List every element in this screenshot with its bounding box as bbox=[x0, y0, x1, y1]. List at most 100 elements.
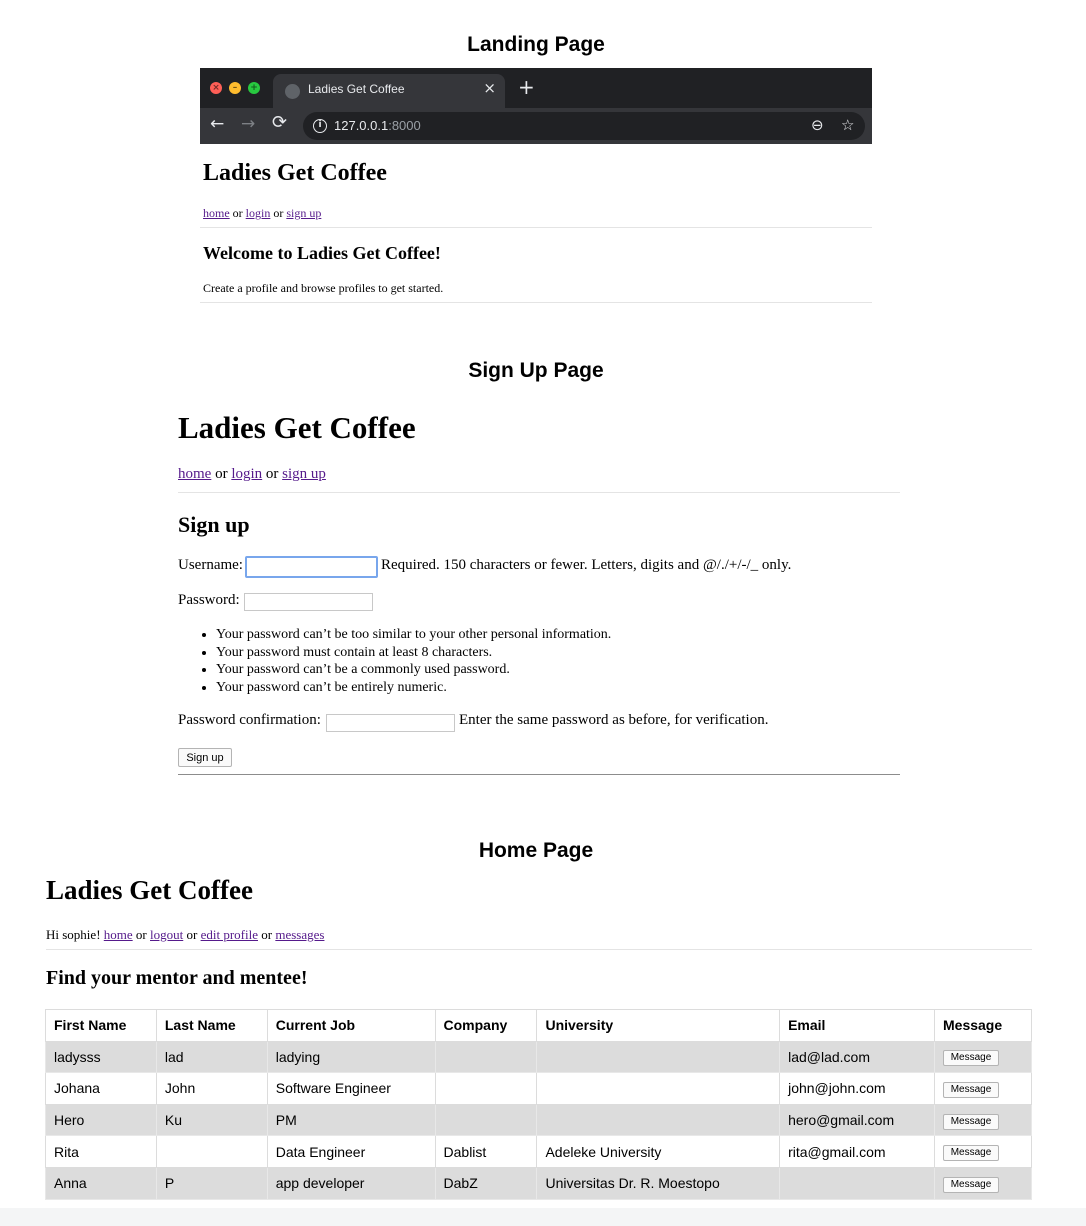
close-window-icon[interactable]: × bbox=[210, 82, 222, 94]
signup-heading: Sign up bbox=[178, 512, 250, 537]
message-button[interactable]: Message bbox=[943, 1145, 999, 1162]
messages-link[interactable]: messages bbox=[275, 927, 324, 942]
table-cell bbox=[536, 1040, 781, 1074]
password-confirmation-label: Password confirmation: bbox=[178, 712, 321, 728]
page-bottom-strip bbox=[0, 1208, 1086, 1226]
table-cell: app developer bbox=[266, 1166, 436, 1200]
minimize-window-icon[interactable]: – bbox=[229, 82, 241, 94]
table-cell: Anna bbox=[45, 1166, 157, 1200]
message-button[interactable]: Message bbox=[943, 1050, 999, 1067]
new-tab-icon[interactable]: + bbox=[518, 77, 535, 97]
welcome-text: Create a profile and browse profiles to … bbox=[203, 281, 444, 295]
signup-section-title: Sign Up Page bbox=[468, 359, 604, 382]
table-cell: ladysss bbox=[45, 1040, 157, 1074]
password-label: Password: bbox=[178, 592, 240, 608]
signup-nav: home or login or sign up bbox=[178, 466, 326, 483]
username-input[interactable] bbox=[245, 556, 378, 578]
bookmark-star-icon[interactable]: ☆ bbox=[841, 116, 854, 134]
home-link[interactable]: home bbox=[203, 206, 230, 220]
table-cell: Dablist bbox=[434, 1135, 538, 1168]
table-cell: hero@gmail.com bbox=[779, 1103, 935, 1137]
table-cell: Rita bbox=[45, 1135, 157, 1168]
table-row: Hero Ku PM hero@gmail.com Message bbox=[45, 1103, 1032, 1137]
login-link[interactable]: login bbox=[246, 206, 271, 220]
info-icon[interactable]: i bbox=[313, 119, 327, 133]
table-cell: lad bbox=[155, 1040, 268, 1074]
password-rules-list: Your password can’t be too similar to yo… bbox=[178, 626, 611, 696]
table-cell bbox=[434, 1040, 538, 1074]
url-text[interactable]: 127.0.0.1:8000 bbox=[334, 118, 421, 133]
table-cell: John bbox=[155, 1072, 268, 1105]
landing-nav: home or login or sign up bbox=[203, 206, 321, 221]
table-cell: ladying bbox=[266, 1040, 436, 1074]
forward-arrow-icon[interactable]: → bbox=[241, 114, 255, 134]
table-cell bbox=[779, 1166, 935, 1200]
table-cell: PM bbox=[266, 1103, 436, 1137]
table-cell: Message bbox=[934, 1072, 1032, 1105]
welcome-heading: Welcome to Ladies Get Coffee! bbox=[203, 243, 441, 263]
password-confirmation-input[interactable] bbox=[326, 714, 455, 732]
globe-icon bbox=[285, 84, 300, 99]
home-link[interactable]: home bbox=[104, 927, 133, 942]
greeting-text: Hi sophie! bbox=[46, 927, 104, 942]
password-rule: Your password can’t be a commonly used p… bbox=[216, 661, 611, 679]
table-cell: DabZ bbox=[434, 1166, 538, 1200]
table-row: ladysss lad ladying lad@lad.com Message bbox=[45, 1040, 1032, 1074]
home-link[interactable]: home bbox=[178, 466, 211, 482]
username-label: Username: bbox=[178, 557, 243, 573]
nav-separator: or bbox=[211, 466, 232, 482]
table-row: Anna P app developer DabZ Universitas Dr… bbox=[45, 1166, 1032, 1200]
password-rule: Your password can’t be entirely numeric. bbox=[216, 679, 611, 697]
signup-site-title: Ladies Get Coffee bbox=[178, 410, 416, 445]
table-cell bbox=[434, 1103, 538, 1137]
table-cell: Message bbox=[934, 1040, 1032, 1074]
home-nav: Hi sophie! home or logout or edit profil… bbox=[46, 927, 324, 943]
column-header: Email bbox=[779, 1009, 935, 1042]
table-cell bbox=[155, 1135, 268, 1168]
login-link[interactable]: login bbox=[231, 466, 262, 482]
table-cell: Universitas Dr. R. Moestopo bbox=[536, 1166, 781, 1200]
profiles-table: First Name Last Name Current Job Company… bbox=[45, 1009, 1032, 1200]
password-input[interactable] bbox=[244, 593, 373, 611]
signup-submit-button[interactable]: Sign up bbox=[178, 748, 232, 767]
logout-link[interactable]: logout bbox=[150, 927, 183, 942]
maximize-window-icon[interactable]: + bbox=[248, 82, 260, 94]
table-cell: Software Engineer bbox=[266, 1072, 436, 1105]
url-port: :8000 bbox=[388, 118, 421, 133]
divider bbox=[200, 302, 872, 303]
table-cell: Message bbox=[934, 1135, 1032, 1168]
nav-separator: or bbox=[258, 927, 276, 942]
address-bar[interactable]: i 127.0.0.1:8000 ⊖ ☆ bbox=[303, 112, 865, 140]
message-button[interactable]: Message bbox=[943, 1176, 999, 1193]
column-header: University bbox=[536, 1009, 781, 1042]
table-cell bbox=[536, 1072, 781, 1105]
nav-separator: or bbox=[132, 927, 151, 942]
table-row: Johana John Software Engineer john@john.… bbox=[45, 1072, 1032, 1105]
password-rule: Your password must contain at least 8 ch… bbox=[216, 644, 611, 662]
nav-separator: or bbox=[183, 927, 201, 942]
column-header: First Name bbox=[45, 1009, 157, 1042]
back-arrow-icon[interactable]: ← bbox=[210, 114, 224, 134]
table-cell: Johana bbox=[45, 1072, 157, 1105]
table-cell: Ku bbox=[155, 1103, 268, 1137]
tab-title: Ladies Get Coffee bbox=[308, 82, 405, 96]
message-button[interactable]: Message bbox=[943, 1113, 999, 1130]
divider bbox=[178, 774, 900, 775]
home-section-title: Home Page bbox=[478, 839, 594, 862]
reload-icon[interactable]: ⟳ bbox=[272, 113, 287, 133]
username-help-text: Required. 150 characters or fewer. Lette… bbox=[381, 557, 792, 573]
message-button[interactable]: Message bbox=[943, 1081, 999, 1098]
browser-tab[interactable]: Ladies Get Coffee × bbox=[273, 74, 505, 108]
close-tab-icon[interactable]: × bbox=[483, 79, 496, 97]
landing-section-title: Landing Page bbox=[467, 33, 605, 56]
table-cell bbox=[434, 1072, 538, 1105]
signup-link[interactable]: sign up bbox=[286, 206, 321, 220]
nav-separator: or bbox=[270, 206, 287, 220]
table-cell: Adeleke University bbox=[536, 1135, 781, 1168]
table-cell bbox=[536, 1103, 781, 1137]
signup-link[interactable]: sign up bbox=[282, 466, 326, 482]
zoom-icon[interactable]: ⊖ bbox=[811, 116, 824, 134]
edit-profile-link[interactable]: edit profile bbox=[201, 927, 258, 942]
column-header: Current Job bbox=[266, 1009, 436, 1042]
nav-separator: or bbox=[229, 206, 246, 220]
